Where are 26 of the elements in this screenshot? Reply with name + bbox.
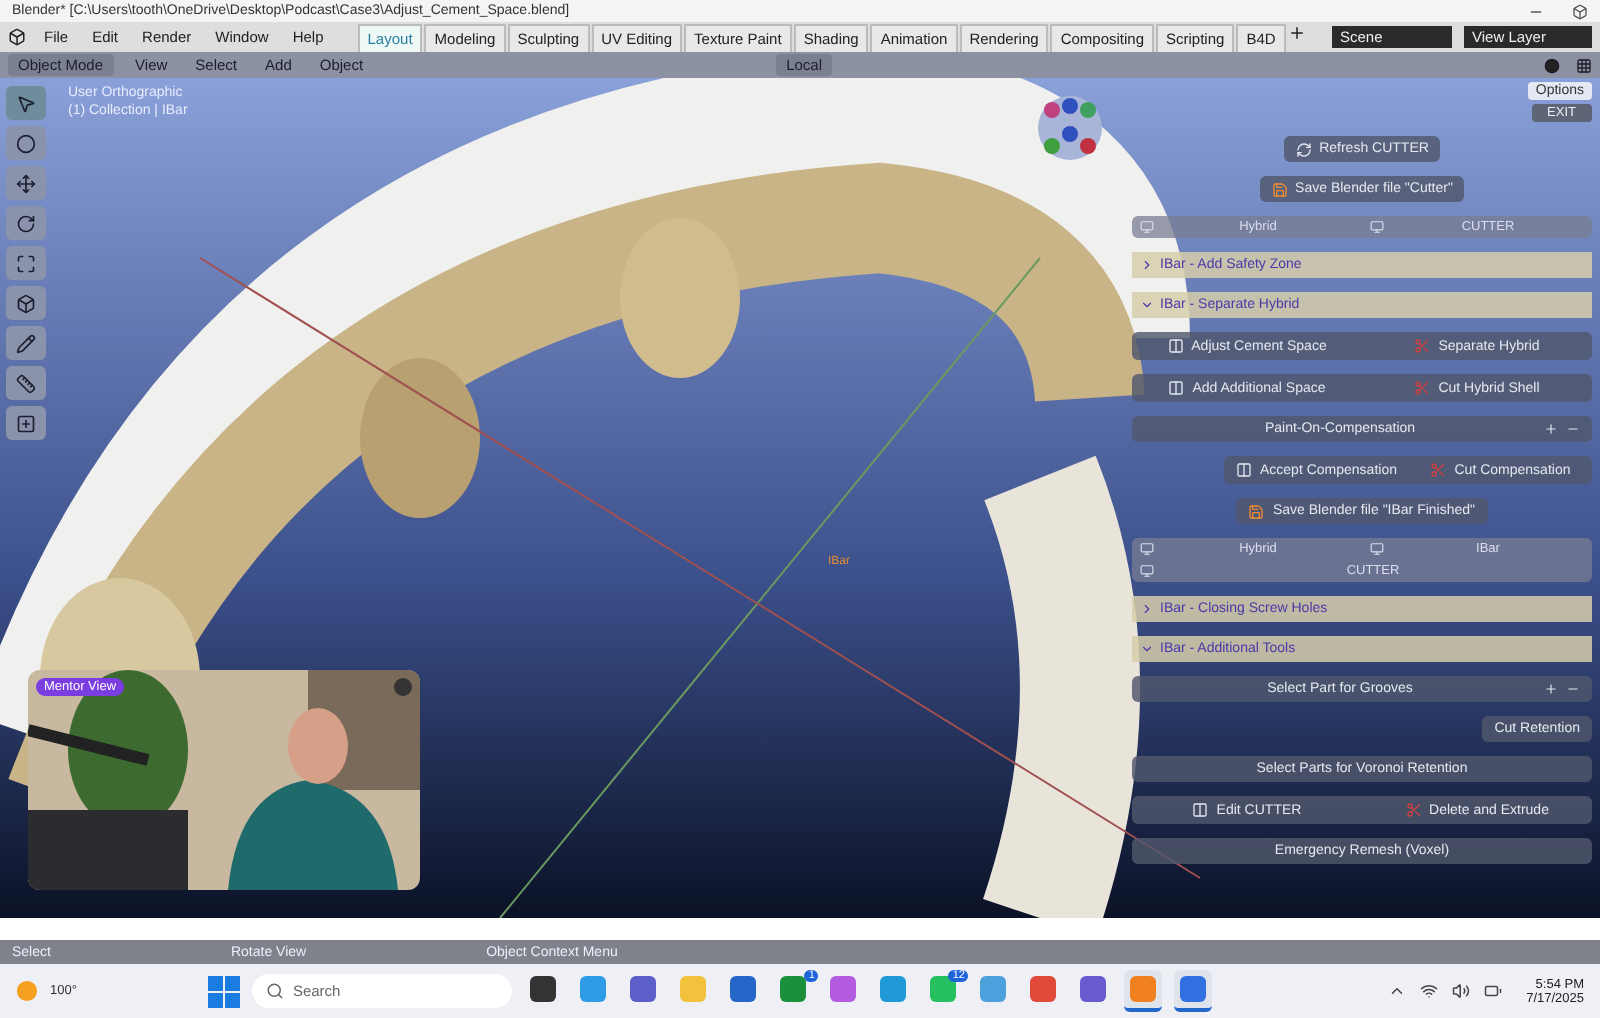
add-tab-icon	[1287, 24, 1306, 42]
app-icon	[1180, 976, 1207, 1002]
taskbar-app[interactable]	[1124, 970, 1163, 1012]
wifi-icon	[1420, 982, 1439, 1000]
windows-start-icon[interactable]	[208, 975, 241, 1007]
app-icon	[980, 976, 1007, 1002]
chevron-up-icon	[1388, 982, 1407, 1000]
battery-icon	[1484, 982, 1503, 1000]
app-icon	[830, 976, 857, 1002]
app-icon	[1080, 976, 1107, 1002]
app-icon	[780, 976, 807, 1002]
volume-icon	[1452, 982, 1471, 1000]
search-icon	[266, 982, 285, 1000]
app-icon	[580, 976, 607, 1002]
taskbar-app[interactable]	[1174, 970, 1213, 1012]
app-icon	[680, 976, 707, 1002]
app-icon	[530, 976, 557, 1002]
app-icon	[730, 976, 757, 1002]
solid-shading-icon	[1544, 57, 1560, 73]
weather-icon	[16, 980, 38, 1002]
app-icon	[1130, 976, 1157, 1002]
app-icon	[630, 976, 657, 1002]
app-icon	[1030, 976, 1057, 1002]
grid-icon	[1576, 57, 1592, 73]
app-icon	[930, 976, 957, 1002]
app-icon	[880, 976, 907, 1002]
